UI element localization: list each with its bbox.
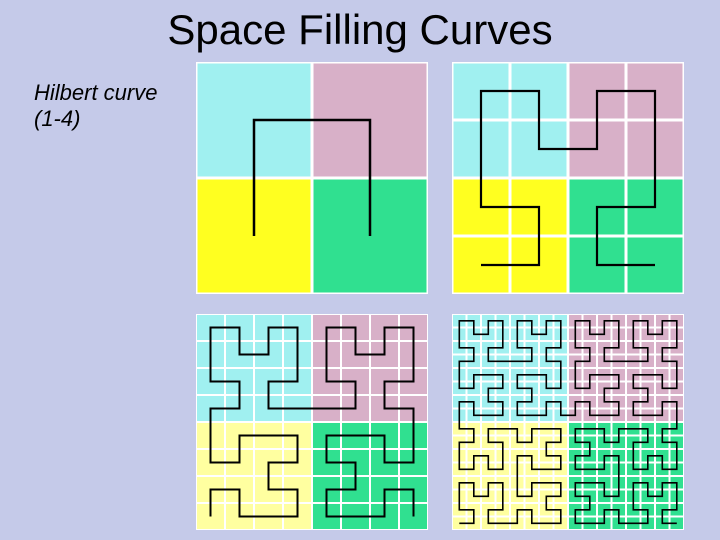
hilbert-order-3 bbox=[196, 314, 428, 530]
label-line1: Hilbert curve bbox=[34, 80, 157, 105]
label-line2: (1-4) bbox=[34, 106, 80, 131]
slide-title: Space Filling Curves bbox=[0, 6, 720, 54]
hilbert-order-4 bbox=[452, 314, 684, 530]
curve-label: Hilbert curve (1-4) bbox=[34, 80, 157, 133]
hilbert-order-1 bbox=[196, 62, 428, 294]
hilbert-order-2 bbox=[452, 62, 684, 294]
